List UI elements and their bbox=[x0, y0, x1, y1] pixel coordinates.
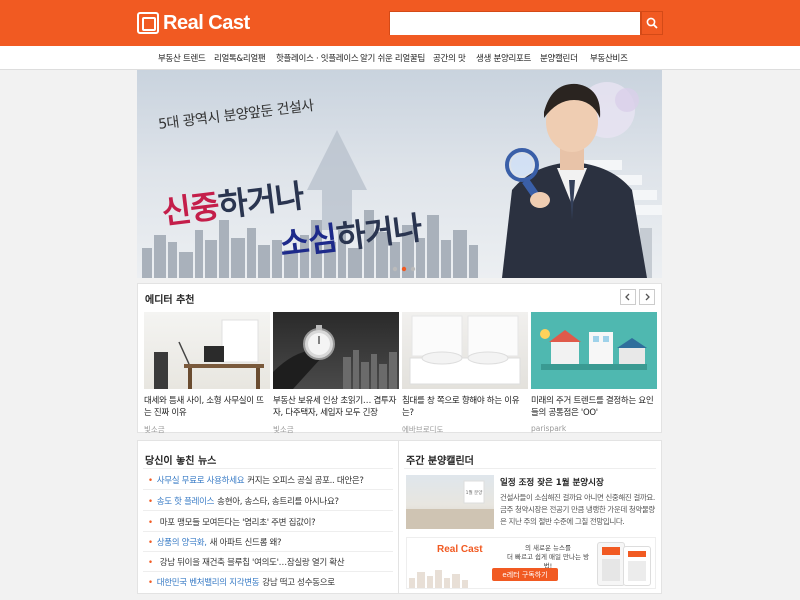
search-input[interactable] bbox=[390, 12, 640, 35]
news-item[interactable]: • 상품의 양극화, 새 아파트 신드롬 왜? bbox=[148, 536, 282, 548]
news-item-text: 커지는 오피스 공실 공포.. 대안은? bbox=[247, 476, 364, 486]
nav-item-tips[interactable]: 알기 쉬운 리얼꿀팁 bbox=[360, 52, 425, 64]
calendar-headline[interactable]: 일정 조정 잦은 1월 분양시장 bbox=[500, 476, 604, 488]
phone-mockup-image bbox=[597, 542, 625, 586]
news-item[interactable]: • 사무실 무료로 사용하세요 커지는 오피스 공실 공포.. 대안은? bbox=[148, 474, 364, 486]
banner-skyline-graphic bbox=[409, 570, 468, 588]
editor-card[interactable]: 침대를 창 쪽으로 향해야 하는 이유는? 에바브로디도 bbox=[402, 312, 528, 435]
divider bbox=[143, 551, 393, 552]
news-item-highlight: 대한민국 벤처밸리의 지각변동 bbox=[156, 578, 260, 588]
nav-item-biz[interactable]: 부동산비즈 bbox=[590, 52, 628, 64]
nav-item-hotplace[interactable]: 핫플레이스 · 잇플레이스 bbox=[276, 52, 359, 64]
editor-pick-title: 에디터 추천 bbox=[145, 295, 195, 306]
banner-logo: Real Cast bbox=[437, 544, 483, 555]
carousel-dots[interactable] bbox=[392, 266, 416, 272]
divider bbox=[143, 531, 393, 532]
eletter-banner[interactable]: Real Cast 의 새로운 뉴스를 더 빠르고 쉽게 매일 만나는 방법! … bbox=[406, 537, 656, 589]
editor-card-source: parispark bbox=[531, 424, 567, 433]
hero-man-image bbox=[502, 83, 647, 278]
nav-item-space[interactable]: 공간의 맛 bbox=[433, 52, 466, 64]
editor-card[interactable]: 대세와 틈새 사이, 소형 사무실이 뜨는 진짜 이유 빛소금 bbox=[144, 312, 270, 435]
news-item[interactable]: • 강남 뒤이을 재건축 블루칩 '여의도'…잠실랑 열기 확산 bbox=[148, 556, 345, 568]
stopwatch-image bbox=[273, 312, 399, 389]
calendar-image-caption: 1월 분양 bbox=[466, 489, 483, 496]
news-item[interactable]: • 대한민국 벤처밸리의 지각변동 강남 떡고 성수동으로 bbox=[148, 576, 335, 588]
nav-item-calendar[interactable]: 분양캘린더 bbox=[540, 52, 578, 64]
editor-card-title: 부동산 보유세 인상 초읽기… 겹투자자, 다주택자, 세입자 모두 긴장 bbox=[273, 396, 397, 418]
nav-item-trend[interactable]: 부동산 트렌드 bbox=[158, 52, 206, 64]
search-icon bbox=[646, 17, 658, 29]
main-nav: 부동산 트렌드 리얼톡&리얼팬 핫플레이스 · 잇플레이스 알기 쉬운 리얼꿀팁… bbox=[0, 46, 800, 70]
top-header: Real Cast bbox=[0, 0, 800, 46]
hero-headline-2-accent: 소심 bbox=[277, 219, 339, 264]
editor-card-source: 빛소금 bbox=[273, 425, 294, 434]
calendar-description: 건설사들이 소심해진 걸까요 아니면 신중해진 걸까요. 금주 청약시장은 전공… bbox=[500, 493, 655, 526]
hero-headline-1-accent: 신중 bbox=[159, 187, 221, 232]
missed-news-title: 당신이 놓친 뉴스 bbox=[145, 456, 217, 467]
editor-card-title: 대세와 틈새 사이, 소형 사무실이 뜨는 진짜 이유 bbox=[144, 396, 264, 418]
chevron-left-icon bbox=[625, 293, 630, 301]
editor-card[interactable]: 부동산 보유세 인상 초읽기… 겹투자자, 다주택자, 세입자 모두 긴장 빛소… bbox=[273, 312, 399, 435]
editor-card-title: 미래의 주거 트렌드를 결정하는 요인들의 공통점은 'OO' bbox=[531, 396, 654, 418]
divider bbox=[404, 468, 656, 469]
divider bbox=[143, 510, 393, 511]
subscribe-eletter-button[interactable]: e레터 구독하기 bbox=[492, 568, 558, 581]
news-item[interactable]: • 마포 맹모들 모여든다는 '염리초' 주변 집값이? bbox=[148, 516, 316, 528]
search-box bbox=[389, 11, 641, 35]
editor-card[interactable]: 미래의 주거 트렌드를 결정하는 요인들의 공통점은 'OO' parispar… bbox=[531, 312, 657, 433]
editor-card-source: 빛소금 bbox=[144, 425, 165, 434]
editor-card-source: 에바브로디도 bbox=[402, 425, 444, 434]
divider bbox=[143, 489, 393, 490]
housing-trend-image bbox=[531, 312, 657, 389]
divider bbox=[143, 571, 393, 572]
weekly-calendar-title: 주간 분양캘린더 bbox=[406, 456, 474, 467]
hero-banner[interactable]: 5대 광역시 분양앞둔 건설사 신중하거나 소심하거나 bbox=[137, 70, 662, 278]
nav-item-report[interactable]: 생생 분양리포트 bbox=[476, 52, 531, 64]
news-item-text: 마포 맹모들 모여든다는 '염리초' 주변 집값이? bbox=[159, 518, 316, 528]
news-item-highlight: 사무실 무료로 사용하세요 bbox=[156, 476, 245, 486]
news-item-text: 송현아, 송스타, 송트리를 아시나요? bbox=[217, 497, 339, 507]
news-item-text: 새 아파트 신드롬 왜? bbox=[209, 538, 282, 548]
phone-mockup-image bbox=[623, 546, 651, 586]
logo-mark-icon bbox=[137, 12, 159, 34]
logo[interactable]: Real Cast bbox=[137, 8, 250, 38]
divider bbox=[143, 468, 393, 469]
news-item[interactable]: • 송도 핫 플레이스 송현아, 송스타, 송트리를 아시나요? bbox=[148, 495, 339, 507]
logo-text: Real Cast bbox=[163, 11, 250, 34]
news-item-text: 강남 뒤이을 재건축 블루칩 '여의도'…잠실랑 열기 확산 bbox=[159, 558, 345, 568]
nav-item-realtalk[interactable]: 리얼톡&리얼팬 bbox=[214, 52, 266, 64]
editor-card-title: 침대를 창 쪽으로 향해야 하는 이유는? bbox=[402, 396, 520, 418]
calendar-landscape-image[interactable]: 1월 분양 bbox=[406, 475, 494, 529]
news-item-highlight: 송도 핫 플레이스 bbox=[156, 497, 215, 507]
chevron-right-icon bbox=[645, 293, 650, 301]
banner-text-line1: 의 새로운 뉴스를 bbox=[525, 544, 571, 552]
editor-next-button[interactable] bbox=[639, 289, 655, 305]
hero-headline-2-rest: 하거나 bbox=[334, 208, 424, 257]
search-button[interactable] bbox=[641, 11, 663, 35]
office-desk-image bbox=[144, 312, 270, 389]
bed-window-image bbox=[402, 312, 528, 389]
banner-text: 의 새로운 뉴스를 더 빠르고 쉽게 매일 만나는 방법! bbox=[503, 544, 593, 571]
editor-prev-button[interactable] bbox=[620, 289, 636, 305]
news-item-highlight: 상품의 양극화, bbox=[156, 538, 207, 548]
news-item-text: 강남 떡고 성수동으로 bbox=[262, 578, 335, 588]
